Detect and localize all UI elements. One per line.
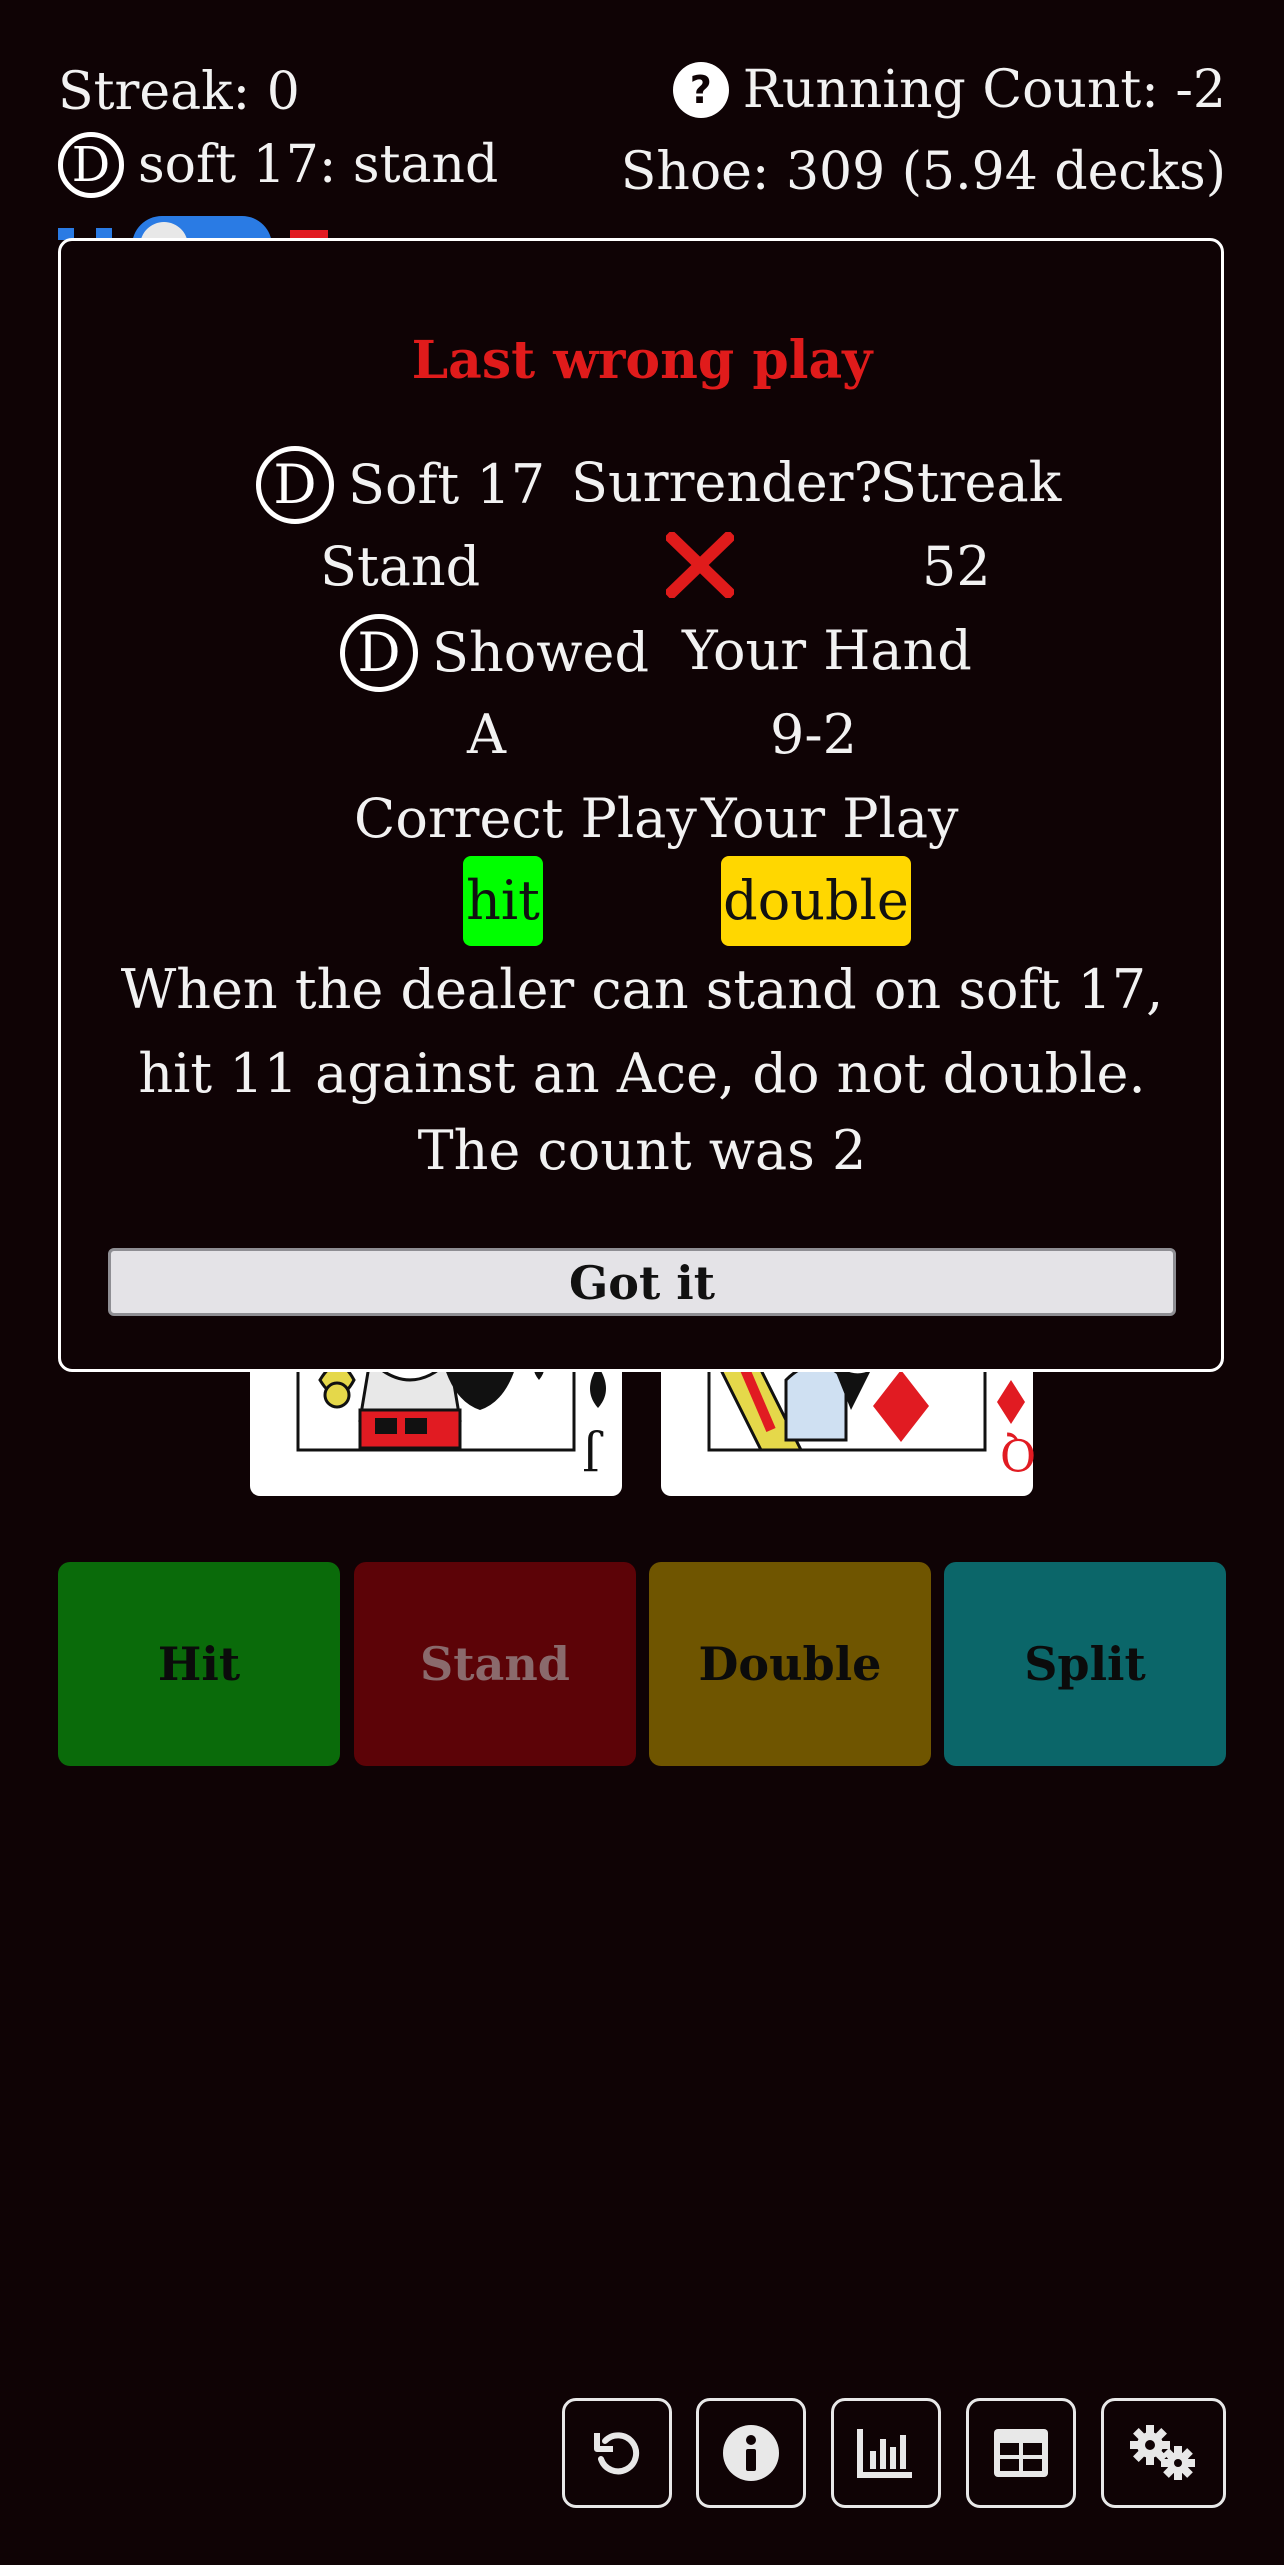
modal-title: Last wrong play: [411, 330, 873, 391]
undo-icon: [594, 2432, 640, 2475]
info-button[interactable]: [696, 2398, 806, 2508]
question-circle-icon[interactable]: ?: [672, 62, 729, 118]
streak-label: Streak: 0: [58, 62, 300, 122]
soft17-value: Stand: [320, 535, 481, 598]
soft17-header-label: Soft 17: [348, 453, 546, 516]
surrender-header: Surrender?: [571, 451, 883, 514]
shoe-label: Shoe: 309 (5.94 decks): [620, 142, 1226, 202]
your-play-header: Your Play: [701, 787, 959, 850]
soft17-rule-label: soft 17: stand: [138, 135, 499, 195]
showed-header: D Showed: [340, 614, 649, 692]
strategy-table-button[interactable]: [966, 2398, 1076, 2508]
settings-button[interactable]: [1101, 2398, 1226, 2508]
streak-header: Streak: [880, 451, 1062, 514]
stand-button[interactable]: Stand: [354, 1562, 636, 1766]
dealer-soft17-rule: D soft 17: stand: [58, 132, 498, 198]
undo-button[interactable]: [562, 2398, 672, 2508]
table-icon: [994, 2429, 1048, 2477]
card-rank-corner: Q: [1000, 1428, 1037, 1479]
x-mark-icon: [663, 529, 737, 602]
split-button[interactable]: Split: [944, 1562, 1226, 1766]
double-button[interactable]: Double: [649, 1562, 931, 1766]
bar-chart-icon: [857, 2429, 912, 2478]
card-rank-corner: J: [582, 1428, 600, 1479]
correct-play-header: Correct Play: [354, 787, 697, 850]
your-hand-value: 9-2: [770, 703, 857, 766]
showed-value: A: [467, 703, 506, 766]
soft17-header: D Soft 17: [256, 446, 545, 524]
hit-button[interactable]: Hit: [58, 1562, 340, 1766]
count-note: The count was 2: [417, 1119, 867, 1182]
running-count: ? Running Count: -2: [672, 60, 1226, 120]
info-icon: [723, 2425, 779, 2481]
settings-gears-icon: [1129, 2425, 1195, 2480]
dealer-badge: D: [340, 614, 418, 692]
streak-value: 52: [922, 535, 991, 598]
your-hand-header: Your Hand: [682, 619, 972, 682]
stats-button[interactable]: [831, 2398, 941, 2508]
running-count-label: Running Count: -2: [742, 60, 1226, 120]
dealer-badge: D: [58, 132, 124, 198]
dealer-badge: D: [256, 446, 334, 524]
showed-header-label: Showed: [432, 621, 650, 684]
your-play-chip: double: [721, 856, 911, 946]
explanation-text: When the dealer can stand on soft 17, hi…: [120, 958, 1164, 1105]
correct-play-chip: hit: [463, 856, 543, 946]
got-it-button[interactable]: Got it: [108, 1248, 1176, 1316]
